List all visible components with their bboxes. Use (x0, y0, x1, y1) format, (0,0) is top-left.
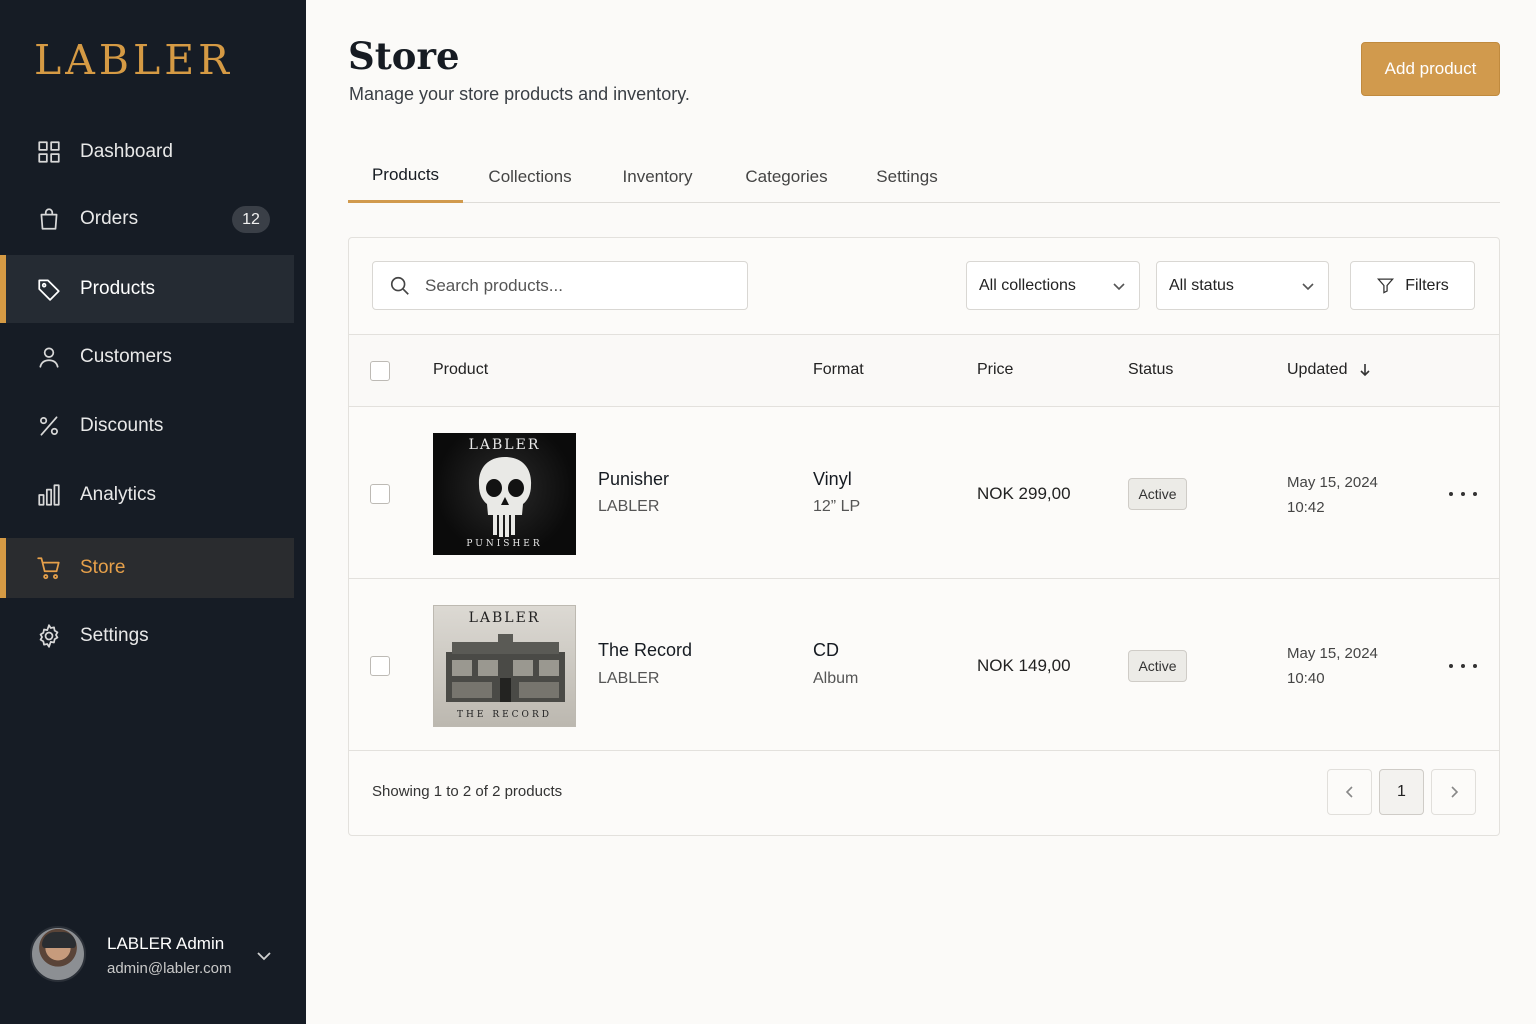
page-button-current[interactable]: 1 (1379, 769, 1424, 815)
prev-page-button[interactable] (1327, 769, 1372, 815)
column-header-product[interactable]: Product (433, 361, 488, 379)
chevron-down-icon (1300, 278, 1316, 294)
pagination-summary: Showing 1 to 2 of 2 products (372, 783, 563, 800)
user-icon (36, 344, 62, 370)
cover-title: PUNISHER (466, 539, 543, 549)
page-title: Store (348, 34, 460, 78)
status-select-value: All status (1169, 276, 1234, 294)
chevron-down-icon (1111, 278, 1127, 294)
row-checkbox[interactable] (370, 656, 390, 676)
updated-time: 10:40 (1287, 670, 1325, 687)
updated-date: May 15, 2024 (1287, 645, 1378, 662)
cover-brand: LABLER (468, 437, 541, 453)
gear-icon (36, 623, 62, 649)
next-page-button[interactable] (1431, 769, 1476, 815)
tab-products[interactable]: Products (348, 150, 463, 203)
collections-select[interactable]: All collections (966, 261, 1140, 310)
table-header: Product Format Price Status Updated (349, 334, 1499, 407)
percent-icon (36, 413, 62, 439)
user-email: admin@labler.com (107, 960, 232, 977)
search-icon (390, 276, 409, 295)
column-header-updated[interactable]: Updated (1287, 361, 1372, 379)
sidebar-item-label: Customers (80, 346, 172, 367)
cover-brand: LABLER (468, 610, 541, 626)
status-badge: Active (1128, 478, 1187, 510)
tag-icon (36, 276, 62, 302)
sidebar-item-customers[interactable]: Customers (0, 327, 294, 387)
arrow-down-icon (1358, 363, 1372, 377)
column-header-status[interactable]: Status (1128, 361, 1173, 379)
cover-title: THE RECORD (457, 710, 552, 720)
filters-button[interactable]: Filters (1350, 261, 1475, 310)
chevron-left-icon (1345, 786, 1353, 798)
select-all-checkbox[interactable] (370, 361, 390, 381)
sidebar: LABLER Dashboard Orders 12 Products Cust… (0, 0, 306, 1024)
chevron-right-icon (1450, 786, 1458, 798)
user-menu[interactable]: LABLER Admin admin@labler.com (30, 926, 290, 986)
bag-icon (36, 206, 62, 232)
cart-icon (36, 555, 62, 581)
sidebar-item-products[interactable]: Products (0, 255, 294, 323)
tab-bar: Products Collections Inventory Categorie… (348, 150, 1500, 203)
skull-icon (478, 457, 532, 537)
page-subtitle: Manage your store products and inventory… (349, 84, 690, 104)
sidebar-item-label: Products (80, 278, 155, 299)
orders-count-badge: 12 (232, 206, 270, 233)
search-box[interactable] (372, 261, 748, 310)
product-vendor: LABLER (598, 498, 660, 515)
sidebar-item-label: Orders (80, 208, 139, 229)
more-actions-icon[interactable] (1449, 656, 1477, 676)
tab-inventory[interactable]: Inventory (610, 150, 705, 203)
status-badge: Active (1128, 650, 1187, 682)
sidebar-item-orders[interactable]: Orders 12 (0, 189, 294, 249)
tab-collections[interactable]: Collections (474, 150, 586, 203)
column-header-price[interactable]: Price (977, 361, 1013, 379)
product-name[interactable]: The Record (598, 640, 692, 661)
products-card: All collections All status Filters Produ… (348, 237, 1500, 836)
search-input[interactable] (425, 275, 725, 296)
product-cover-image: LABLER PUNISHER (433, 433, 576, 555)
sidebar-item-label: Store (80, 557, 126, 578)
table-row[interactable]: LABLER PUNISHER Punisher LABLER Vinyl 12… (349, 407, 1499, 579)
product-format: CD (813, 640, 839, 660)
grid-icon (36, 139, 62, 165)
updated-date: May 15, 2024 (1287, 474, 1378, 491)
row-checkbox[interactable] (370, 484, 390, 504)
sidebar-item-settings[interactable]: Settings (0, 606, 294, 666)
avatar (30, 926, 86, 982)
sidebar-item-label: Analytics (80, 484, 157, 505)
filters-label: Filters (1405, 276, 1449, 294)
sidebar-item-label: Discounts (80, 415, 164, 436)
chevron-down-icon[interactable] (254, 946, 274, 966)
product-price: NOK 299,00 (977, 484, 1071, 503)
filter-icon (1377, 278, 1395, 294)
sidebar-item-store[interactable]: Store (0, 538, 294, 598)
status-select[interactable]: All status (1156, 261, 1329, 310)
sidebar-item-label: Settings (80, 625, 149, 646)
product-format-detail: 12” LP (813, 498, 861, 515)
sidebar-item-dashboard[interactable]: Dashboard (0, 122, 294, 182)
column-header-format[interactable]: Format (813, 361, 864, 379)
brand-logo: LABLER (34, 36, 233, 84)
tab-settings[interactable]: Settings (866, 150, 948, 203)
sidebar-item-label: Dashboard (80, 141, 173, 162)
bar-chart-icon (36, 482, 62, 508)
column-header-updated-label: Updated (1287, 361, 1348, 378)
more-actions-icon[interactable] (1449, 484, 1477, 504)
product-price: NOK 149,00 (977, 656, 1071, 675)
product-name[interactable]: Punisher (598, 469, 669, 490)
storefront-icon (446, 634, 565, 702)
add-product-button[interactable]: Add product (1361, 42, 1500, 96)
updated-time: 10:42 (1287, 499, 1325, 516)
sidebar-item-discounts[interactable]: Discounts (0, 396, 294, 456)
user-name: LABLER Admin (107, 934, 225, 953)
product-cover-image: LABLER THE RECORD (433, 605, 576, 727)
product-vendor: LABLER (598, 670, 660, 687)
product-format: Vinyl (813, 469, 852, 489)
collections-select-value: All collections (979, 276, 1076, 294)
tab-categories[interactable]: Categories (733, 150, 840, 203)
sidebar-item-analytics[interactable]: Analytics (0, 465, 294, 525)
table-row[interactable]: LABLER THE RECORD The Record LABLER CD A… (349, 579, 1499, 751)
product-format-detail: Album (813, 670, 859, 687)
